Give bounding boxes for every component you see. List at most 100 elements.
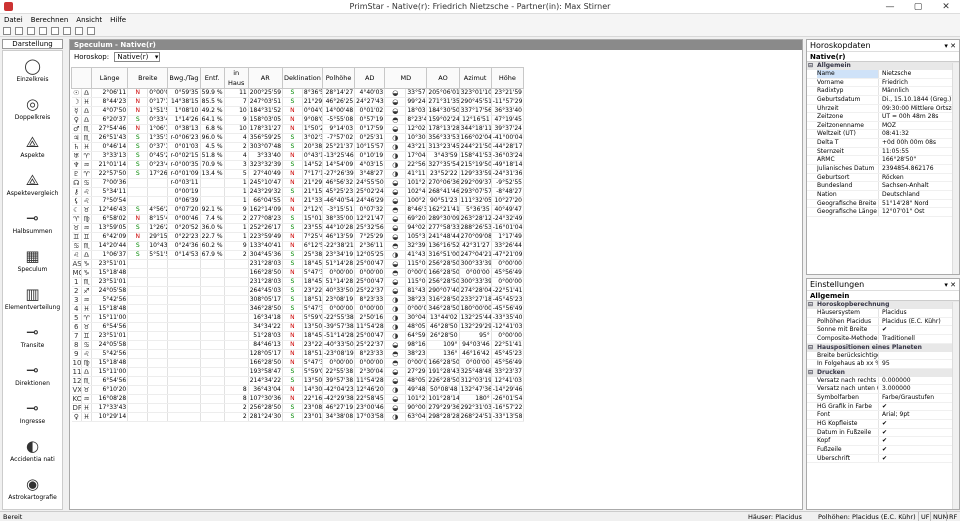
settings-section[interactable]: Hauspositionen eines Planeten (807, 343, 959, 352)
col-header[interactable]: Breite (127, 67, 169, 89)
nav-astrokartografie[interactable]: ◉ Astrokartografie (3, 475, 62, 501)
settings-value[interactable]: Placidus (E.C. Kühr) (882, 318, 957, 326)
natal-row[interactable]: Weltzeit (UT) 08:41:32 (807, 130, 959, 140)
col-header[interactable]: Deklination (281, 67, 324, 89)
settings-value[interactable]: ✔ (882, 437, 957, 445)
settings-row[interactable]: Versatz nach rechts (mm)0.000000 (807, 376, 959, 386)
settings-value[interactable]: 0.000000 (882, 377, 957, 385)
settings-value[interactable]: ✔ (882, 326, 957, 334)
natal-row[interactable]: Sternzeit 11:05:55 (807, 147, 959, 157)
table-row[interactable]: ♅♈3°33'13S0°45'22r-0°02'1551.8 %43°33'40… (71, 151, 525, 161)
copy-icon[interactable] (51, 27, 59, 35)
natal-row[interactable]: Delta T +0d 00h 00m 08s (807, 139, 959, 148)
col-header[interactable]: in Haus (223, 67, 249, 89)
nav-einzelkreis[interactable]: ◯ Einzelkreis (3, 57, 62, 83)
horoskop-select[interactable]: Native(r) (114, 52, 161, 62)
nav-ingresse[interactable]: ⊸ Ingresse (3, 399, 62, 425)
settings-row[interactable]: Sonne mit Breite ✔ (807, 326, 959, 335)
nav-doppelkreis[interactable]: ◎ Doppelkreis (3, 95, 62, 121)
table-row[interactable]: AS♑23°51'01 231°28'03S18°45'0151°14'2825°… (71, 259, 525, 269)
table-row[interactable]: ☉♎2°06'11N0°00'000°59'3559.9 %11200°25'5… (71, 88, 525, 98)
settings-value[interactable]: 95 (882, 360, 957, 368)
natal-row[interactable]: Zeitzonenname MOZ (807, 121, 959, 131)
settings-row[interactable]: Symbolfarben Farbe/Graustufen (807, 394, 959, 403)
natal-row[interactable]: Geografische Breite 51°14'28" Nord (807, 199, 959, 209)
table-row[interactable]: ♇♈22°57'50S17°26'40r-0°01'0913.4 %527°40… (71, 169, 525, 179)
save-icon[interactable] (27, 27, 35, 35)
settings-row[interactable]: Font Arial; 9pt (807, 411, 959, 421)
col-header[interactable]: MD (384, 67, 428, 89)
table-row[interactable]: ♈♍6°58'02N8°15'490°00'467.4 %2277°08'23S… (71, 214, 525, 224)
natal-row[interactable]: Geografische Länge 12°07'01" Ost (807, 208, 959, 217)
table-row[interactable]: ☊♋7°00'36 r-0°03'11 1245°10'47N21°29'5246°… (71, 178, 525, 188)
table-row[interactable]: 3♒5°42'56 308°05'17S18°51'2723°08'198°23'… (71, 295, 525, 305)
natal-row[interactable]: Nation Deutschland (807, 190, 959, 200)
cut-icon[interactable] (39, 27, 47, 35)
table-row[interactable]: ☿♎4°07'50N1°51'571°08'1049.2 %10184°31'5… (71, 106, 525, 116)
col-header[interactable]: Azimut (458, 67, 492, 89)
col-header[interactable]: AD (354, 67, 386, 89)
table-row[interactable]: KO♒16°08'28 8107°30'36N22°16'53-42°29'382… (71, 394, 525, 404)
table-row[interactable]: ☾♉12°46'43S4°56'280°07'2092.1 %9162°14'0… (71, 205, 525, 215)
nav-accidentia-nati[interactable]: ◐ Accidentia nati (3, 437, 62, 463)
open-icon[interactable] (15, 27, 23, 35)
table-row[interactable]: ☽♓8°44'23N0°17'1314°38'1585.5 %7247°03'5… (71, 97, 525, 107)
natal-row[interactable]: Vorname Friedrich (807, 78, 959, 88)
menu-hilfe[interactable]: Hilfe (106, 14, 130, 26)
nav-halbsummen[interactable]: ⊸ Halbsummen (3, 209, 62, 235)
settings-row[interactable]: Datum in Fußzeile ✔ (807, 428, 959, 438)
nav-elementverteilung[interactable]: ▥ Elementverteilung (3, 285, 62, 311)
settings-row[interactable]: In Folgehaus ab xx % 95 (807, 360, 959, 369)
settings-value[interactable]: ✔ (882, 429, 957, 437)
natal-row[interactable]: Zeitzone UT = 00h 48m 28s (807, 113, 959, 122)
settings-row[interactable]: HG Kopfleiste ✔ (807, 420, 959, 429)
settings-value[interactable]: Arial; 9pt (882, 411, 957, 419)
menu-ansicht[interactable]: Ansicht (72, 14, 106, 26)
col-header[interactable]: Bwg./Tag (167, 67, 201, 89)
table-row[interactable]: ♀♓10°29'14 2281°24'30S23°01'2834°38'0817°… (71, 412, 525, 422)
table-row[interactable]: 4♓15°18'48346°28'50S5°47'340°00'000°00'0… (71, 304, 525, 314)
menu-datei[interactable]: Datei (0, 14, 27, 26)
settings-value[interactable]: Farbe/Graustufen (882, 394, 957, 402)
table-row[interactable]: 8♋24°05'58 84°46'13N23°22'17-40°33'5025°2… (71, 340, 525, 350)
nav-transite[interactable]: ⊸ Transite (3, 323, 62, 349)
settings-value[interactable]: ✔ (882, 420, 957, 428)
table-row[interactable]: 12♏6°54'56 214°34'22S13°50'0139°57'3811°5… (71, 376, 525, 386)
display-header[interactable]: Darstellung (2, 39, 63, 49)
natal-row[interactable]: Radixtyp Männlich (807, 87, 959, 96)
table-row[interactable]: ♌♎1°06'37S5°51'500°14'5367.9 %2304°45'36… (71, 250, 525, 260)
table-row[interactable]: DP♓17°33'43 2256°28'50S23°08'4346°27'1923… (71, 403, 525, 413)
natal-row[interactable]: Julianisches Datum 2394854.862176 (807, 165, 959, 174)
table-row[interactable]: MC♑15°18'48166°28'50N5°47'340°00'000°00'… (71, 268, 525, 278)
menu-berechnen[interactable]: Berechnen (27, 14, 73, 26)
settings-value[interactable]: ✔ (882, 455, 957, 463)
table-row[interactable]: ⚸♌7°50'54 0°06'39 166°04'55N21°33'40-46°40… (71, 196, 525, 206)
table-row[interactable]: ♄♓0°46'14S0°37'100°01'034.5 %2303°07'48S… (71, 142, 525, 152)
nav-aspektevergleich[interactable]: ⟁ Aspektevergleich (3, 171, 62, 197)
settings-row[interactable]: Kopf ✔ (807, 437, 959, 446)
table-row[interactable]: ♃♏26°51'43S1°35'39r-0°06'2396.0 %4356°59… (71, 133, 525, 143)
table-row[interactable]: ♆♒21°01'14S0°23'45r-0°00'3570.9 %3323°32… (71, 160, 525, 170)
natal-row[interactable]: Geburtsort Röcken (807, 173, 959, 183)
settings-scrollbar[interactable] (952, 302, 959, 509)
print-icon[interactable] (75, 27, 83, 35)
nav-speculum[interactable]: ▦ Speculum (3, 247, 62, 273)
table-row[interactable]: 7♊23°51'01 51°28'03N18°45'01-51°14'2825°0… (71, 331, 525, 341)
col-header[interactable]: Höhe (490, 67, 525, 89)
paste-icon[interactable] (63, 27, 71, 35)
help-icon[interactable] (87, 27, 95, 35)
nav-aspekte[interactable]: ⟁ Aspekte (3, 133, 62, 159)
table-row[interactable]: ♂♏27°54'46N1°06'130°38'136.8 %10178°31'2… (71, 124, 525, 134)
table-row[interactable]: VX♉6°10'20 836°43'04N14°30'10-42°04'2312°… (71, 385, 525, 395)
table-row[interactable]: ♉♒13°59'05S1°26'260°20'5236.0 %1252°26'1… (71, 223, 525, 233)
minimize-button[interactable]: — (876, 0, 904, 14)
table-row[interactable]: 9♌5°42'56 128°05'17N18°51'27-23°08'198°23… (71, 349, 525, 359)
col-header[interactable]: AR (247, 67, 283, 89)
maximize-button[interactable]: ▢ (904, 0, 932, 14)
table-row[interactable]: 2♐24°05'58 264°45'03S23°22'1740°33'5025°2… (71, 286, 525, 296)
close-icon[interactable]: ▾ ✕ (944, 40, 956, 52)
natal-row[interactable]: Name Nietzsche (807, 70, 959, 79)
settings-row[interactable]: Überschrift ✔ (807, 454, 959, 464)
settings-section[interactable]: Horoskopberechnung (807, 301, 959, 309)
settings-value[interactable]: 3.000000 (882, 385, 957, 393)
